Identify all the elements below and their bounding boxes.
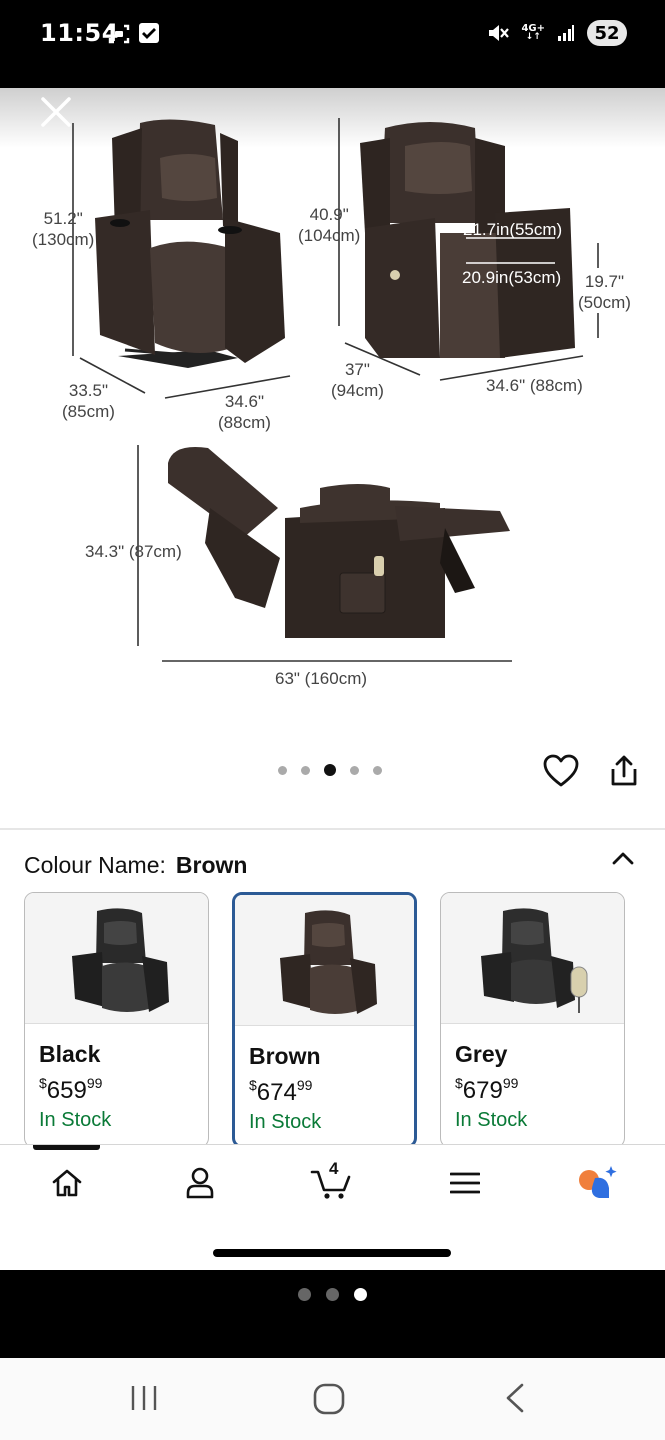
colour-option-thumbnail [441,893,624,1024]
home-icon [52,1169,82,1197]
battery-indicator: 52 [587,20,627,46]
colour-name-label: Colour Name: [24,852,166,878]
dim-front-depth-cm: (85cm) [62,402,115,421]
share-icon[interactable] [609,754,639,788]
nav-cart[interactable]: 4 [307,1159,357,1203]
chair-front-view [95,119,285,368]
assistant-icon [579,1166,617,1198]
dim-side-height-in: 40.9" [309,205,349,224]
carousel-dot[interactable] [278,765,287,775]
dim-front-height-in: 51.2" [43,209,83,228]
dim-front-depth-in: 33.5" [68,381,109,400]
dim-reclined-length: 63" (160cm) [275,669,368,688]
price-fraction: 99 [86,1075,103,1091]
recliner-dimension-illustration [72,118,599,662]
heart-icon[interactable] [543,754,579,788]
colour-option-price: $67499 [249,1077,312,1107]
brown-recliner-thumbnail [279,909,377,1014]
home-button-icon[interactable] [312,1382,346,1416]
chair-side-view [360,122,575,358]
price-currency: $ [39,1075,47,1091]
dim-side-width: 34.6" (88cm) [486,376,583,395]
product-image[interactable]: 51.2" (130cm) 33.5" (85cm) 34.6" (88cm) … [0,88,665,828]
close-icon[interactable] [38,94,74,130]
nav-account[interactable] [175,1163,225,1203]
colour-option-grey[interactable]: Grey $67999 In Stock [440,892,625,1148]
black-recliner-thumbnail [71,907,169,1012]
carousel-dot[interactable] [350,765,359,775]
colour-name-heading: Colour Name: Brown [24,852,247,879]
price-whole: 659 [46,1077,87,1104]
price-whole: 679 [462,1077,503,1104]
mute-icon [489,25,510,41]
carousel-indicator [278,764,382,776]
dim-seat-height-in: 19.7" [584,272,625,291]
price-whole: 674 [256,1079,297,1106]
colour-options-section: Colour Name:Brown Black $65999 In Stock [0,828,665,1148]
checkbox-notification-icon [139,23,159,43]
back-icon[interactable] [500,1382,530,1414]
colour-option-stock: In Stock [455,1109,528,1131]
carousel-dot[interactable] [373,765,382,775]
dim-front-width-cm: (88cm) [218,413,271,432]
network-indicator: 4G+ ↓↑ [521,23,545,42]
dim-side-height: 40.9" (104cm) [298,204,360,246]
dim-front-depth: 33.5" (85cm) [62,380,115,422]
dim-seat-height: 19.7" (50cm) [578,271,631,313]
dim-side-depth-in: 37" [344,360,370,379]
dim-front-width: 34.6" (88cm) [218,391,271,433]
colour-option-stock: In Stock [39,1109,112,1131]
nav-menu[interactable] [440,1163,490,1203]
nav-active-indicator [33,1145,100,1150]
recent-apps-icon[interactable] [128,1382,160,1414]
bottom-navigation: 4 [0,1144,665,1270]
colour-option-name: Grey [455,1041,508,1067]
nav-home[interactable] [42,1163,92,1203]
dim-side-depth: 37" (94cm) [331,359,384,401]
screenshot-icon [108,24,130,44]
page-dot[interactable] [298,1288,311,1301]
nav-assistant[interactable] [572,1163,622,1203]
carousel-dot[interactable] [301,765,310,775]
colour-option-name: Brown [249,1043,321,1069]
colour-option-name: Black [39,1041,101,1067]
price-fraction: 99 [502,1075,519,1091]
colour-option-stock: In Stock [249,1111,322,1133]
chair-reclined-view [168,447,510,638]
dim-side-height-cm: (104cm) [298,226,361,245]
gesture-home-bar[interactable] [213,1249,451,1257]
page-dot[interactable] [326,1288,339,1301]
grey-recliner-thumbnail [480,907,587,1013]
colour-option-black[interactable]: Black $65999 In Stock [24,892,209,1148]
dim-reclined-height: 34.3" (87cm) [85,542,182,561]
price-fraction: 99 [296,1077,313,1093]
dim-side-depth-cm: (94cm) [331,381,384,400]
colour-option-thumbnail [235,895,414,1026]
page-indicator [0,1270,665,1358]
status-bar: 11:54 4G+ ↓↑ 52 [0,0,665,88]
dim-seat-width: 21.7in(55cm) [463,220,563,239]
account-icon [186,1167,214,1199]
signal-icon [558,25,574,41]
system-navigation-bar [0,1358,665,1440]
page-dot-active[interactable] [354,1288,367,1301]
colour-option-thumbnail [25,893,208,1024]
dim-front-height: 51.2" (130cm) [32,208,94,250]
menu-icon [450,1172,480,1194]
colour-option-price: $65999 [39,1075,102,1105]
price-currency: $ [249,1077,257,1093]
colour-name-value: Brown [175,852,248,878]
dim-seat-height-cm: (50cm) [578,293,631,312]
dim-front-height-cm: (130cm) [32,230,95,249]
colour-option-price: $67999 [455,1075,518,1105]
price-currency: $ [455,1075,463,1091]
dim-front-width-in: 34.6" [224,392,265,411]
colour-option-brown[interactable]: Brown $67499 In Stock [232,892,417,1148]
chevron-up-icon[interactable] [611,850,635,866]
cart-count-badge: 4 [329,1159,339,1178]
carousel-dot-active[interactable] [324,764,336,776]
dim-seat-depth: 20.9in(53cm) [462,268,562,287]
